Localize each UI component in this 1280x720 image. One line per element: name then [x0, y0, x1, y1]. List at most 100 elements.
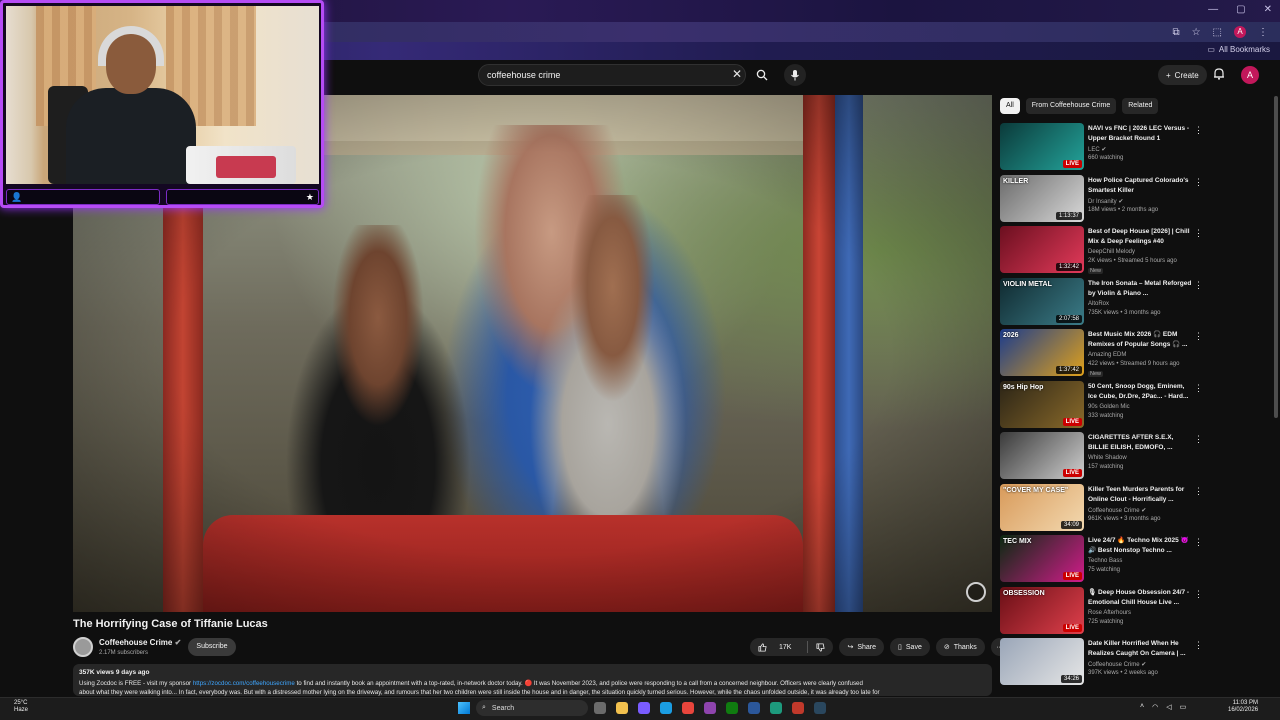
chip-related[interactable]: Related: [1122, 98, 1159, 114]
kebab-menu-icon[interactable]: ⋮: [1194, 486, 1203, 497]
browser-profile-avatar[interactable]: A: [1234, 26, 1246, 38]
recommendation-title[interactable]: CIGARETTES AFTER S.E.X, BILLIE EILISH, E…: [1088, 433, 1192, 453]
account-avatar[interactable]: A: [1241, 66, 1259, 84]
chip-all[interactable]: All: [1000, 98, 1020, 114]
wifi-icon[interactable]: ◠: [1152, 703, 1158, 711]
taskbar-clock[interactable]: 11:03 PM 16/02/2026: [1228, 700, 1258, 714]
recommendation-thumbnail[interactable]: 2026 1:37:42: [1000, 329, 1084, 376]
edge-icon[interactable]: [660, 702, 672, 714]
all-bookmarks-button[interactable]: ▭ All Bookmarks: [1207, 45, 1270, 54]
kebab-menu-icon[interactable]: ⋮: [1194, 228, 1203, 239]
xbox-icon[interactable]: [726, 702, 738, 714]
channel-watermark-icon[interactable]: [966, 582, 986, 602]
taskbar-search[interactable]: ⌕ Search: [476, 700, 588, 716]
recommendation-title[interactable]: Best of Deep House [2026] | Chill Mix & …: [1088, 227, 1192, 247]
recommendation-item[interactable]: KILLER 1:13:37 How Police Captured Colorad…: [1000, 174, 1270, 227]
subscribe-button[interactable]: Subscribe: [188, 638, 236, 656]
kebab-menu-icon[interactable]: ⋮: [1194, 537, 1203, 548]
start-button-icon[interactable]: [458, 702, 470, 714]
recommendation-thumbnail[interactable]: 1:32:42: [1000, 226, 1084, 273]
kebab-menu-icon[interactable]: ⋮: [1194, 589, 1203, 600]
recommendation-title[interactable]: NAVI vs FNC | 2026 LEC Versus - Upper Br…: [1088, 124, 1192, 144]
recommendation-channel[interactable]: Coffeehouse Crime ✔: [1088, 661, 1146, 668]
cast-icon[interactable]: ⧉: [1172, 27, 1179, 38]
recommendation-title[interactable]: Date Killer Horrified When He Realizes C…: [1088, 639, 1192, 659]
kebab-menu-icon[interactable]: ⋮: [1194, 434, 1203, 445]
share-button[interactable]: ↪ Share: [839, 638, 885, 656]
recommendation-title[interactable]: 🎙 Deep House Obsession 24/7 - Emotional …: [1088, 588, 1192, 608]
channel-name[interactable]: Coffeehouse Crime ✔: [99, 638, 181, 647]
create-button[interactable]: + Create: [1158, 65, 1207, 85]
recommendation-channel[interactable]: Dr Insanity ✔: [1088, 198, 1123, 205]
recommendation-item[interactable]: 2026 1:37:42 Best Music Mix 2026 🎧 EDM Rem…: [1000, 329, 1270, 381]
dislike-button[interactable]: [808, 638, 833, 656]
kebab-menu-icon[interactable]: ⋮: [1194, 640, 1203, 651]
page-scrollbar[interactable]: [1274, 96, 1278, 418]
recommendation-item[interactable]: LIVE NAVI vs FNC | 2026 LEC Versus - Uppe…: [1000, 123, 1270, 175]
chrome-icon[interactable]: [682, 702, 694, 714]
search-button[interactable]: [750, 64, 774, 86]
recommendation-thumbnail[interactable]: LIVE: [1000, 432, 1084, 479]
close-icon[interactable]: ✕: [1264, 4, 1272, 15]
save-button[interactable]: ▯ Save: [890, 638, 930, 656]
recommendation-thumbnail[interactable]: OBSESSION LIVE: [1000, 586, 1084, 634]
recommendation-channel[interactable]: White Shadow: [1088, 455, 1127, 461]
recommendation-thumbnail[interactable]: VIOLIN METAL 2:07:58: [1000, 277, 1084, 325]
recommendation-title[interactable]: 50 Cent, Snoop Dogg, Eminem, Ice Cube, D…: [1088, 382, 1192, 402]
recommendation-title[interactable]: How Police Captured Colorado's Smartest …: [1088, 176, 1192, 196]
minimize-icon[interactable]: —: [1208, 4, 1218, 15]
app-icon-teal[interactable]: [770, 702, 782, 714]
app-icon-red[interactable]: [792, 702, 804, 714]
recommendation-thumbnail[interactable]: TEC MIX LIVE: [1000, 535, 1084, 582]
recommendation-thumbnail[interactable]: KILLER 1:13:37: [1000, 174, 1084, 222]
battery-icon[interactable]: ▭: [1180, 703, 1187, 711]
sponsor-link[interactable]: https://zocdoc.com/coffeehousecrime: [193, 680, 295, 687]
recommendation-item[interactable]: 34:26 Date Killer Horrified When He Reali…: [1000, 638, 1270, 690]
chevron-up-icon[interactable]: ˄: [1140, 703, 1144, 711]
browser-menu-icon[interactable]: ⋮: [1258, 27, 1268, 38]
recommendation-channel[interactable]: Amazing EDM: [1088, 352, 1126, 358]
app-icon-blue[interactable]: [748, 702, 760, 714]
recommendation-item[interactable]: 90s Hip Hop LIVE 50 Cent, Snoop Dogg, Emin…: [1000, 380, 1270, 433]
recommendation-channel[interactable]: Rose Afterhours: [1088, 610, 1131, 616]
recommendation-title[interactable]: Killer Teen Murders Parents for Online C…: [1088, 485, 1192, 505]
notifications-button[interactable]: [1213, 67, 1225, 85]
recommendation-thumbnail[interactable]: "COVER MY CASE" 34:09: [1000, 483, 1084, 531]
weather-widget[interactable]: 25°C Haze: [14, 700, 28, 714]
kebab-menu-icon[interactable]: ⋮: [1194, 177, 1203, 188]
recommendation-title[interactable]: Live 24/7 🔥 Techno Mix 2025 😈🔊 Best Nons…: [1088, 536, 1192, 556]
channel-avatar[interactable]: [73, 637, 93, 657]
kebab-menu-icon[interactable]: ⋮: [1194, 280, 1203, 291]
recommendation-thumbnail[interactable]: 90s Hip Hop LIVE: [1000, 380, 1084, 428]
recommendation-channel[interactable]: Techno Bass: [1088, 558, 1122, 564]
task-view-icon[interactable]: [594, 702, 606, 714]
recommendation-thumbnail[interactable]: 34:26: [1000, 638, 1084, 685]
recommendation-channel[interactable]: DeepChill Melody: [1088, 249, 1135, 255]
recommendation-item[interactable]: "COVER MY CASE" 34:09 Killer Teen Murders …: [1000, 483, 1270, 536]
recommendation-thumbnail[interactable]: LIVE: [1000, 123, 1084, 170]
maximize-icon[interactable]: ▢: [1236, 4, 1245, 15]
recommendation-title[interactable]: Best Music Mix 2026 🎧 EDM Remixes of Pop…: [1088, 330, 1192, 350]
recommendation-item[interactable]: OBSESSION LIVE 🎙 Deep House Obsession 24/7…: [1000, 586, 1270, 639]
steam-icon[interactable]: [814, 702, 826, 714]
recommendation-channel[interactable]: LEC ✔: [1088, 146, 1106, 153]
kebab-menu-icon[interactable]: ⋮: [1194, 331, 1203, 342]
recommendation-item[interactable]: 1:32:42 Best of Deep House [2026] | Chill…: [1000, 226, 1270, 278]
chip-from-channel[interactable]: From Coffeehouse Crime: [1025, 98, 1117, 114]
file-explorer-icon[interactable]: [616, 702, 628, 714]
clear-search-icon[interactable]: ✕: [732, 67, 742, 81]
thanks-button[interactable]: ⊘ Thanks: [935, 638, 985, 656]
description-box[interactable]: 357K views 9 days ago Using Zocdoc is FR…: [73, 664, 992, 696]
recommendation-channel[interactable]: AltoRox: [1088, 301, 1109, 307]
recommendation-channel[interactable]: Coffeehouse Crime ✔: [1088, 507, 1146, 514]
search-input[interactable]: coffeehouse crime: [478, 64, 746, 86]
kebab-menu-icon[interactable]: ⋮: [1194, 125, 1203, 136]
recommendation-channel[interactable]: 90s Golden Mic: [1088, 404, 1130, 410]
recommendation-title[interactable]: The Iron Sonata – Metal Reforged by Viol…: [1088, 279, 1192, 299]
copilot-icon[interactable]: [638, 702, 650, 714]
voice-search-button[interactable]: [784, 64, 806, 86]
recommendation-item[interactable]: LIVE CIGARETTES AFTER S.E.X, BILLIE EILIS…: [1000, 432, 1270, 484]
app-icon-purple[interactable]: [704, 702, 716, 714]
extension-icon[interactable]: ⬚: [1213, 27, 1222, 38]
bookmark-star-icon[interactable]: ☆: [1192, 27, 1201, 38]
